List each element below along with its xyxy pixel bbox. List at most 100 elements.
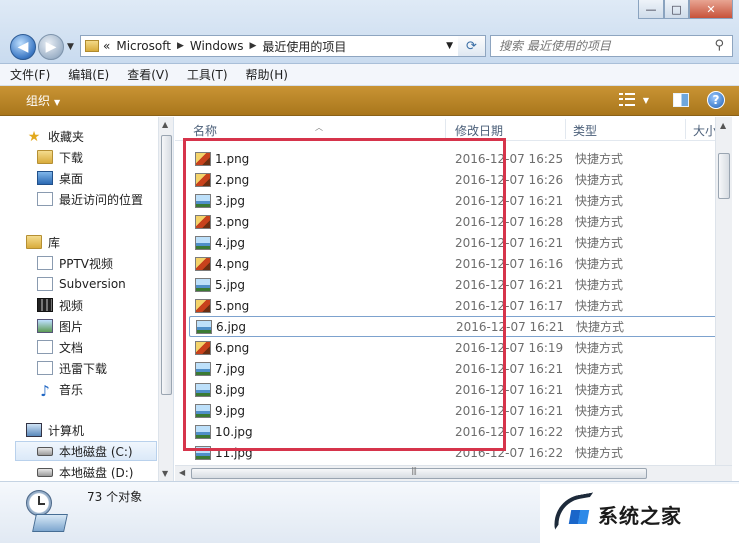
column-divider[interactable]: [565, 119, 566, 139]
arrow-left-icon: ◀: [17, 39, 29, 55]
file-type: 快捷方式: [575, 257, 624, 271]
nav-drive-c[interactable]: 本地磁盘 (C:): [15, 441, 157, 461]
help-icon[interactable]: ?: [707, 91, 725, 109]
address-bar[interactable]: « Microsoft ▶ Windows ▶ 最近使用的项目 ▼: [80, 35, 460, 57]
nav-computer[interactable]: 计算机: [26, 420, 84, 440]
scroll-grip-icon: |||: [411, 466, 417, 475]
menu-edit[interactable]: 编辑(E): [68, 66, 109, 83]
column-divider[interactable]: [445, 119, 446, 139]
breadcrumb-chevron-icon[interactable]: ▶: [177, 41, 184, 51]
file-row[interactable]: 4.png 2016-12-07 16:16 快捷方式: [189, 253, 719, 274]
view-details-icon[interactable]: [618, 93, 637, 107]
file-row[interactable]: 9.jpg 2016-12-07 16:21 快捷方式: [189, 400, 719, 421]
nav-recent-label: 最近访问的位置: [59, 192, 144, 207]
refresh-button[interactable]: ⟳: [458, 35, 486, 57]
file-name: 5.jpg: [215, 277, 246, 292]
column-name[interactable]: 名称: [193, 122, 217, 139]
recent-places-icon: [37, 192, 53, 206]
watermark: 系统之家: [540, 484, 739, 543]
breadcrumb-microsoft[interactable]: Microsoft: [116, 39, 171, 53]
file-type: 快捷方式: [575, 404, 624, 418]
nav-documents[interactable]: 文档: [37, 337, 83, 357]
file-list-vertical-scrollbar[interactable]: ▲: [715, 117, 732, 465]
file-row[interactable]: 11.jpg 2016-12-07 16:22 快捷方式: [189, 442, 719, 463]
nav-recent-places[interactable]: 最近访问的位置: [37, 189, 143, 209]
file-row[interactable]: 4.jpg 2016-12-07 16:21 快捷方式: [189, 232, 719, 253]
preview-pane-icon[interactable]: [673, 93, 689, 107]
nav-favorites[interactable]: ★ 收藏夹: [26, 126, 84, 146]
scroll-left-icon[interactable]: ◀: [179, 468, 185, 477]
command-bar-right: ▼ ?: [618, 91, 725, 109]
nav-downloads[interactable]: 下载: [37, 147, 83, 167]
file-row[interactable]: 1.png 2016-12-07 16:25 快捷方式: [189, 148, 719, 169]
nav-pictures[interactable]: 图片: [37, 316, 83, 336]
file-row[interactable]: 6.png 2016-12-07 16:19 快捷方式: [189, 337, 719, 358]
nav-subversion[interactable]: Subversion: [37, 274, 126, 294]
organize-button[interactable]: 组织 ▼: [26, 92, 60, 109]
column-size[interactable]: 大小: [693, 122, 717, 139]
file-row[interactable]: 2.png 2016-12-07 16:26 快捷方式: [189, 169, 719, 190]
nav-computer-label: 计算机: [48, 423, 85, 438]
menu-file[interactable]: 文件(F): [10, 66, 50, 83]
nav-libraries[interactable]: 库: [26, 232, 60, 252]
horizontal-scroll-thumb[interactable]: [191, 468, 647, 479]
library-folder-icon: [37, 256, 53, 270]
file-date: 2016-12-07 16:21: [455, 193, 564, 208]
menu-help[interactable]: 帮助(H): [246, 66, 288, 83]
nav-thunder-downloads[interactable]: 迅雷下载: [37, 358, 107, 378]
file-name: 7.jpg: [215, 361, 246, 376]
file-row[interactable]: 3.png 2016-12-07 16:28 快捷方式: [189, 211, 719, 232]
file-row[interactable]: 5.jpg 2016-12-07 16:21 快捷方式: [189, 274, 719, 295]
back-button[interactable]: ◀: [10, 34, 36, 60]
image-file-icon: [195, 445, 211, 460]
nav-music[interactable]: ♪ 音乐: [37, 379, 83, 400]
menu-bar: 文件(F) 编辑(E) 查看(V) 工具(T) 帮助(H): [0, 64, 739, 86]
menu-tools[interactable]: 工具(T): [187, 66, 228, 83]
hard-drive-icon: [37, 446, 53, 456]
file-row[interactable]: 3.jpg 2016-12-07 16:21 快捷方式: [189, 190, 719, 211]
file-list-horizontal-scrollbar[interactable]: ◀ |||: [175, 465, 732, 481]
file-row[interactable]: 10.jpg 2016-12-07 16:22 快捷方式: [189, 421, 719, 442]
vertical-scroll-thumb[interactable]: [718, 153, 730, 199]
search-box[interactable]: ⚲: [490, 35, 733, 57]
address-dropdown-icon[interactable]: ▼: [446, 41, 453, 51]
file-row[interactable]: 5.png 2016-12-07 16:17 快捷方式: [189, 295, 719, 316]
scroll-up-icon[interactable]: ▲: [720, 121, 726, 130]
nav-pictures-label: 图片: [59, 319, 84, 334]
nav-pptv[interactable]: PPTV视频: [37, 253, 113, 273]
file-row[interactable]: 8.jpg 2016-12-07 16:21 快捷方式: [189, 379, 719, 400]
file-row[interactable]: 7.jpg 2016-12-07 16:21 快捷方式: [189, 358, 719, 379]
nav-videos[interactable]: 视频: [37, 295, 83, 315]
forward-button[interactable]: ▶: [38, 34, 64, 60]
file-type: 快捷方式: [575, 173, 624, 187]
breadcrumb-recent-items[interactable]: 最近使用的项目: [262, 38, 346, 55]
nav-scrollbar[interactable]: ▲ ▼: [158, 117, 173, 481]
search-input[interactable]: [499, 39, 699, 53]
nav-libraries-label: 库: [48, 235, 61, 250]
close-button[interactable]: ✕: [689, 0, 733, 19]
image-file-icon: [195, 151, 211, 166]
file-date: 2016-12-07 16:21: [456, 319, 565, 334]
nav-scroll-thumb[interactable]: [161, 135, 172, 395]
recent-pages-dropdown[interactable]: ▼: [67, 42, 74, 52]
nav-desktop[interactable]: 桌面: [37, 168, 83, 188]
maximize-button[interactable]: □: [664, 0, 689, 19]
column-divider[interactable]: [685, 119, 686, 139]
file-name: 6.png: [215, 340, 250, 355]
file-name: 1.png: [215, 151, 250, 166]
breadcrumb-chevron-icon[interactable]: ▶: [249, 41, 256, 51]
file-row-focused[interactable]: 6.jpg 2016-12-07 16:21 快捷方式: [189, 316, 719, 337]
view-options-dropdown-icon[interactable]: ▼: [643, 96, 649, 105]
image-file-icon: [195, 214, 211, 229]
scroll-up-icon[interactable]: ▲: [162, 120, 168, 129]
command-bar: 组织 ▼ ▼ ?: [0, 86, 739, 116]
breadcrumb-windows[interactable]: Windows: [190, 39, 244, 53]
breadcrumb-overflow[interactable]: «: [103, 39, 110, 53]
column-date[interactable]: 修改日期: [455, 122, 503, 139]
scroll-down-icon[interactable]: ▼: [162, 469, 168, 478]
nav-drive-d[interactable]: 本地磁盘 (D:): [37, 462, 133, 481]
computer-icon: [26, 423, 42, 437]
minimize-button[interactable]: —: [638, 0, 664, 19]
column-type[interactable]: 类型: [573, 122, 597, 139]
menu-view[interactable]: 查看(V): [127, 66, 169, 83]
